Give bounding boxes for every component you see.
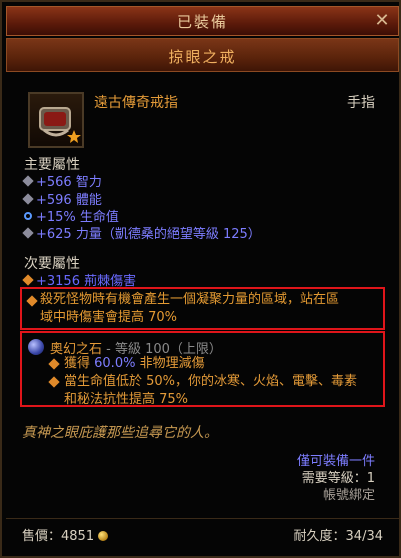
item-name-banner: 掠眼之戒 [6, 38, 399, 72]
item-slot: 手指 [347, 95, 375, 111]
sell-price: 售價：4851 [22, 525, 109, 544]
enchant-ring-icon [24, 211, 32, 220]
legendary-power-line1: 殺死怪物時有機會產生一個凝聚力量的區域，站在區 [40, 292, 340, 307]
durability-value: 34/34 [345, 529, 383, 544]
diamond-bullet-icon [22, 273, 34, 286]
account-bound: 帳號綁定 [322, 488, 375, 503]
diamond-bullet-icon [48, 358, 60, 370]
item-icon-frame [28, 92, 84, 148]
gem-effect-2: 當生命值低於 50%，你的冰寒、火焰、電擊、毒素 和秘法抗性提高 75% [48, 373, 357, 409]
durability: 耐久度：34/34 [293, 529, 383, 544]
flavor-text: 真神之眼庇護那些追尋它的人。 [22, 425, 218, 441]
socketed-gem-box: 奧幻之石 - 等級 100（上限） 獲得 60.0% 非物理減傷 當生命值低於 … [20, 331, 385, 407]
gold-coin-icon [98, 531, 109, 541]
equipped-title: 已裝備 [176, 13, 228, 31]
legendary-power-box: 殺死怪物時有機會產生一個凝聚力量的區域，站在區 域中時傷害會提高 70% [20, 287, 385, 330]
item-name: 掠眼之戒 [168, 48, 237, 66]
diamond-bullet-icon [22, 174, 34, 187]
diamond-bullet-icon [48, 376, 60, 388]
sell-price-value: 4851 [61, 529, 95, 544]
item-type: 遠古傳奇戒指 [94, 95, 178, 111]
close-icon[interactable]: ✕ [372, 11, 392, 31]
gem-icon [28, 339, 44, 355]
ring-icon [39, 107, 81, 143]
equipped-header: 已裝備 ✕ [6, 6, 399, 36]
stat-strength: +625 力量（凱德桑的絕望等級 125） [22, 223, 261, 242]
gem-effect-1: 獲得 60.0% 非物理減傷 [48, 355, 205, 373]
diamond-bullet-icon [22, 226, 34, 239]
gem-effect-value: 60.0% [94, 356, 136, 371]
item-tooltip: 已裝備 ✕ 掠眼之戒 遠古傳奇戒指 手指 主要屬性 +566 智力 +596 體… [0, 0, 401, 558]
tooltip-footer: 售價：4851 耐久度：34/34 [6, 518, 399, 547]
legendary-bullet-icon [26, 295, 38, 307]
stat-intelligence: +566 智力 [22, 171, 102, 190]
legendary-power-line2: 域中時傷害會提高 70% [40, 310, 178, 325]
ancient-star-icon [67, 130, 81, 143]
diamond-bullet-icon [22, 192, 34, 205]
